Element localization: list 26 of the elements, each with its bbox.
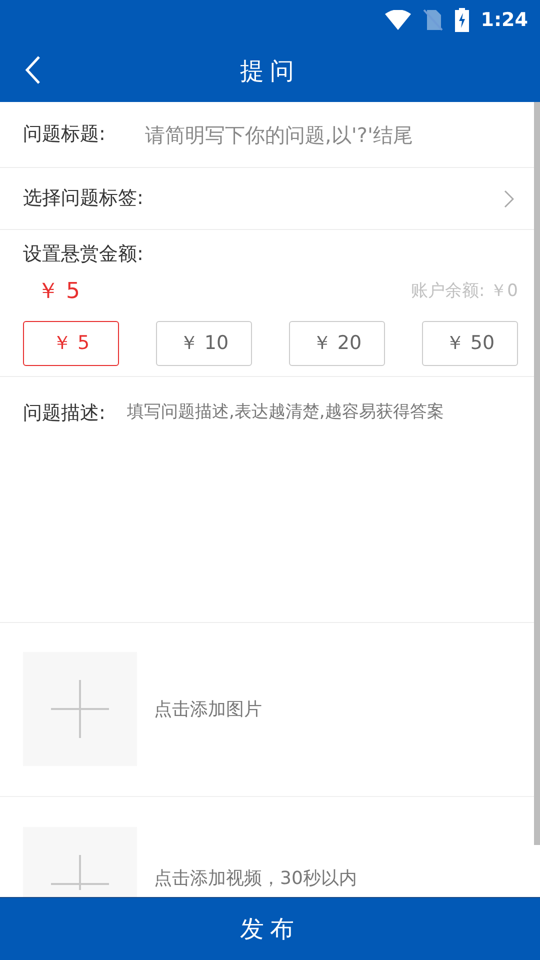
amount-option[interactable]: ￥ 10 (156, 320, 252, 366)
upload-hint: 点击添加图片 (154, 698, 262, 722)
add-media-button[interactable] (23, 826, 137, 897)
amount-option[interactable]: ￥ 5 (23, 320, 119, 366)
back-icon (25, 56, 41, 84)
reward-amount: ￥ 5 (37, 278, 80, 306)
field-label: 问题标题: (23, 122, 106, 148)
amount-option[interactable]: ￥ 50 (422, 320, 518, 366)
status-time: 1:24 (480, 8, 528, 33)
add-media-button[interactable] (23, 652, 137, 766)
account-balance: 账户余额: ￥0 (411, 280, 518, 303)
page-title: 提问 (240, 56, 300, 87)
description-input[interactable]: 填写问题描述,表达越清楚,越容易获得答案 (127, 400, 511, 600)
no-sim-icon (422, 9, 443, 31)
upload-hint: 点击添加视频，30秒以内 (154, 866, 357, 890)
chevron-right-icon (504, 190, 514, 208)
field-label: 设置悬赏金额: (23, 242, 144, 267)
publish-button[interactable]: 发布 (0, 897, 540, 960)
title-input[interactable]: 请简明写下你的问题,以'?'结尾 (145, 120, 511, 150)
plus-icon (51, 854, 109, 890)
tag-selector[interactable]: 选择问题标签: (0, 168, 534, 230)
plus-icon (51, 680, 109, 738)
wifi-icon (384, 10, 411, 30)
battery-icon (454, 8, 469, 32)
amount-option[interactable]: ￥ 20 (289, 320, 385, 366)
field-label: 问题描述: (23, 400, 106, 426)
